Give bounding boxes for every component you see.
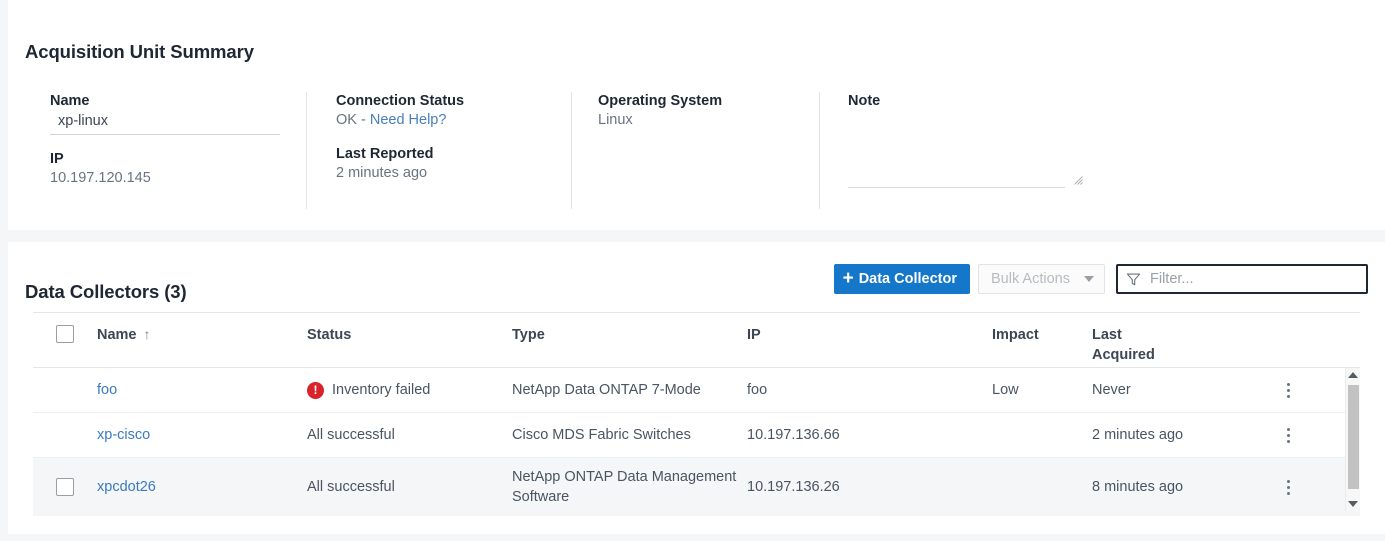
column-header-impact[interactable]: Impact (992, 313, 1092, 345)
arrow-up-icon: ↑ (144, 327, 151, 341)
connection-status-label: Connection Status (336, 92, 571, 110)
row-actions-cell (1264, 474, 1312, 501)
scroll-up-arrow-icon[interactable] (1346, 368, 1360, 382)
column-header-type[interactable]: Type (512, 313, 747, 345)
row-ip: 10.197.136.26 (747, 471, 992, 503)
note-field-wrapper (848, 146, 1084, 188)
row-status-label: All successful (307, 425, 395, 445)
last-reported-value: 2 minutes ago (336, 163, 571, 183)
column-header-actions (1264, 313, 1312, 325)
resize-grip-icon (1074, 176, 1083, 185)
connection-status-text: OK - (336, 112, 370, 128)
filter-input[interactable] (1148, 270, 1358, 288)
note-label: Note (848, 92, 1084, 110)
add-data-collector-label: Data Collector (859, 271, 957, 287)
table-header-row: Name ↑ Status Type IP Impact Last Acquir… (33, 312, 1360, 368)
plus-icon: + (843, 269, 854, 288)
data-collectors-card: Data Collectors (3) + Data Collector Bul… (8, 242, 1385, 534)
table-scrollbar[interactable] (1345, 368, 1360, 511)
row-type: NetApp ONTAP Data Management Software (512, 461, 747, 513)
table-row[interactable]: xpcdot26 All successful NetApp ONTAP Dat… (33, 458, 1360, 516)
scroll-down-arrow-icon[interactable] (1346, 497, 1360, 511)
row-last-acquired: 2 minutes ago (1092, 419, 1264, 451)
row-actions-cell (1264, 422, 1312, 449)
scrollbar-thumb[interactable] (1348, 385, 1359, 489)
data-collectors-title: Data Collectors (3) (25, 281, 187, 303)
operating-system-label: Operating System (598, 92, 819, 110)
column-header-last-acquired[interactable]: Last Acquired (1092, 313, 1264, 365)
row-last-acquired: 8 minutes ago (1092, 471, 1264, 503)
operating-system-value: Linux (598, 110, 819, 130)
need-help-link[interactable]: Need Help? (370, 112, 447, 128)
kebab-menu-icon[interactable] (1264, 428, 1312, 443)
row-status-label: All successful (307, 477, 395, 497)
row-impact (992, 481, 1092, 493)
bulk-actions-label: Bulk Actions (991, 271, 1070, 287)
row-ip: foo (747, 374, 992, 406)
row-type: NetApp Data ONTAP 7-Mode (512, 374, 747, 406)
row-type: Cisco MDS Fabric Switches (512, 419, 747, 451)
name-label: Name (50, 92, 306, 110)
connection-status-value: OK - Need Help? (336, 110, 571, 130)
ip-label: IP (50, 150, 306, 168)
ip-value: 10.197.120.145 (50, 168, 306, 188)
select-all-checkbox[interactable] (56, 325, 74, 343)
column-header-name-label: Name (97, 325, 137, 345)
column-header-status[interactable]: Status (307, 313, 512, 345)
page-root: Acquisition Unit Summary Name IP 10.197.… (0, 0, 1385, 541)
data-collectors-table: Name ↑ Status Type IP Impact Last Acquir… (33, 312, 1360, 516)
row-status: ! Inventory failed (307, 374, 512, 406)
row-impact (992, 429, 1092, 441)
acquisition-unit-summary-card: Acquisition Unit Summary Name IP 10.197.… (8, 0, 1385, 230)
summary-fields: Name IP 10.197.120.145 Connection Status… (25, 92, 1085, 209)
note-textarea[interactable] (848, 146, 1065, 188)
row-select-cell (33, 478, 97, 496)
summary-column-operating-system: Operating System Linux (571, 92, 819, 209)
name-input[interactable] (50, 112, 280, 135)
filter-box[interactable] (1116, 264, 1368, 294)
summary-column-connection-status: Connection Status OK - Need Help? Last R… (306, 92, 571, 209)
row-impact: Low (992, 374, 1092, 406)
row-name-link[interactable]: foo (97, 374, 307, 406)
funnel-icon (1126, 272, 1141, 287)
row-name-link[interactable]: xpcdot26 (97, 471, 307, 503)
last-reported-label: Last Reported (336, 145, 571, 163)
kebab-menu-icon[interactable] (1264, 383, 1312, 398)
add-data-collector-button[interactable]: + Data Collector (834, 264, 970, 294)
summary-column-name: Name IP 10.197.120.145 (25, 92, 306, 209)
chevron-down-icon (1084, 276, 1094, 282)
row-last-acquired: Never (1092, 374, 1264, 406)
row-status-label: Inventory failed (332, 380, 430, 400)
row-actions-cell (1264, 377, 1312, 404)
table-row[interactable]: foo ! Inventory failed NetApp Data ONTAP… (33, 368, 1360, 413)
data-collectors-toolbar: + Data Collector Bulk Actions (834, 264, 1368, 294)
error-icon: ! (307, 382, 324, 399)
row-status: All successful (307, 471, 512, 503)
row-ip: 10.197.136.66 (747, 419, 992, 451)
page-title: Acquisition Unit Summary (25, 41, 254, 63)
row-checkbox[interactable] (56, 478, 74, 496)
column-header-last-acquired-line2: Acquired (1092, 347, 1155, 363)
row-status: All successful (307, 419, 512, 451)
summary-column-note: Note (819, 92, 1084, 209)
kebab-menu-icon[interactable] (1264, 480, 1312, 495)
row-name-link[interactable]: xp-cisco (97, 419, 307, 451)
bulk-actions-dropdown[interactable]: Bulk Actions (978, 264, 1105, 294)
column-header-last-acquired-line1: Last (1092, 327, 1122, 343)
select-all-cell (33, 313, 97, 343)
table-row[interactable]: xp-cisco All successful Cisco MDS Fabric… (33, 413, 1360, 458)
column-header-name[interactable]: Name ↑ (97, 313, 307, 345)
table-body: foo ! Inventory failed NetApp Data ONTAP… (33, 368, 1360, 516)
column-header-ip[interactable]: IP (747, 313, 992, 345)
